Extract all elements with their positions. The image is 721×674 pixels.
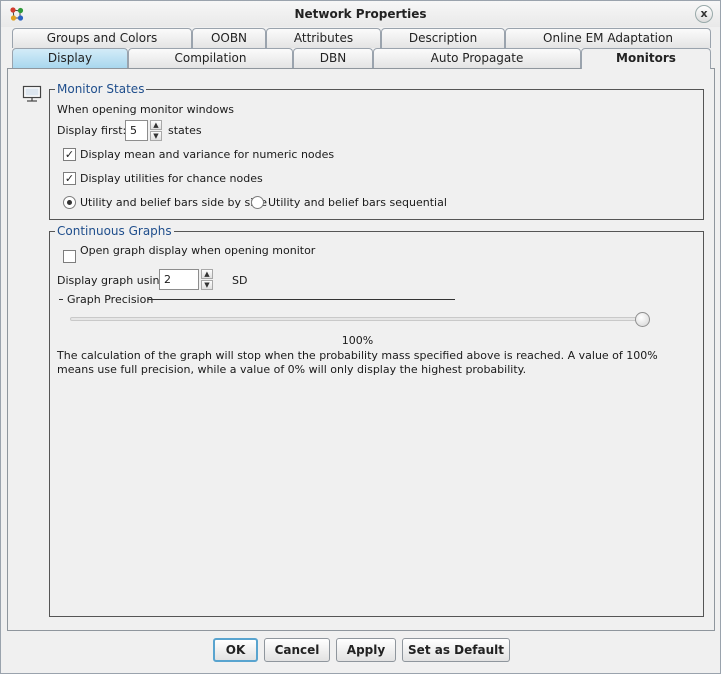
display-graph-label: Display graph using:: [57, 274, 171, 287]
precision-border-left: [59, 299, 63, 300]
graph-precision-title: Graph Precision: [67, 293, 154, 306]
title-bar[interactable]: Network Properties x: [1, 1, 720, 27]
apply-button[interactable]: Apply: [336, 638, 396, 662]
display-graph-spinner[interactable]: 2 ▲ ▼: [159, 269, 217, 290]
bars-side-by-side-label: Utility and belief bars side by side: [80, 196, 268, 209]
window-title: Network Properties: [294, 7, 427, 21]
monitors-tab-panel: Monitor States When opening monitor wind…: [7, 68, 715, 631]
display-first-label: Display first:: [57, 124, 127, 137]
spinner-down-icon[interactable]: ▼: [150, 131, 162, 141]
precision-border-right: [148, 299, 455, 300]
monitor-states-title: Monitor States: [55, 82, 147, 96]
tab-monitors[interactable]: Monitors: [581, 48, 711, 69]
monitor-icon: [22, 85, 42, 102]
tab-attributes[interactable]: Attributes: [266, 28, 381, 48]
ok-button[interactable]: OK: [213, 638, 258, 662]
graph-precision-description: The calculation of the graph will stop w…: [57, 349, 658, 376]
spinner-down-icon[interactable]: ▼: [201, 280, 213, 290]
display-first-spinner[interactable]: 5 ▲ ▼: [125, 120, 165, 141]
states-label: states: [168, 124, 202, 137]
tab-online-em-adaptation[interactable]: Online EM Adaptation: [505, 28, 711, 48]
tab-groups-and-colors[interactable]: Groups and Colors: [12, 28, 192, 48]
monitor-windows-intro: When opening monitor windows: [57, 103, 235, 116]
radio-selected-dot: [67, 200, 72, 205]
mean-variance-checkbox[interactable]: ✓: [63, 148, 76, 161]
spinner-up-icon[interactable]: ▲: [201, 269, 213, 279]
close-icon: x: [700, 7, 708, 20]
open-graph-label: Open graph display when opening monitor: [80, 244, 316, 257]
graph-precision-value: 100%: [341, 334, 374, 347]
bars-sequential-label: Utility and belief bars sequential: [268, 196, 447, 209]
sd-label: SD: [232, 274, 248, 287]
monitor-states-group: Monitor States When opening monitor wind…: [49, 82, 704, 220]
tab-auto-propagate[interactable]: Auto Propagate: [373, 48, 581, 68]
utilities-chance-label: Display utilities for chance nodes: [80, 172, 263, 185]
spinner-up-icon[interactable]: ▲: [150, 120, 162, 130]
graph-precision-slider-thumb[interactable]: [634, 312, 650, 327]
tab-compilation[interactable]: Compilation: [128, 48, 293, 68]
cancel-button[interactable]: Cancel: [264, 638, 330, 662]
check-icon: ✓: [64, 172, 75, 185]
mean-variance-label: Display mean and variance for numeric no…: [80, 148, 335, 161]
tab-description[interactable]: Description: [381, 28, 505, 48]
bars-sequential-radio[interactable]: [251, 196, 264, 209]
open-graph-checkbox[interactable]: [63, 250, 76, 263]
set-as-default-button[interactable]: Set as Default: [402, 638, 510, 662]
network-properties-dialog: Network Properties x Groups and Colors O…: [0, 0, 721, 674]
display-first-input[interactable]: 5: [125, 120, 148, 141]
continuous-graphs-group: Continuous Graphs Open graph display whe…: [49, 224, 704, 617]
tab-oobn[interactable]: OOBN: [192, 28, 266, 48]
display-graph-input[interactable]: 2: [159, 269, 199, 290]
tab-display[interactable]: Display: [12, 48, 128, 68]
check-icon: ✓: [64, 148, 75, 161]
bars-side-by-side-radio[interactable]: [63, 196, 76, 209]
utilities-chance-checkbox[interactable]: ✓: [63, 172, 76, 185]
graph-precision-slider-track[interactable]: [70, 317, 642, 321]
tab-dbn[interactable]: DBN: [293, 48, 373, 68]
continuous-graphs-title: Continuous Graphs: [55, 224, 174, 238]
close-button[interactable]: x: [695, 5, 713, 23]
